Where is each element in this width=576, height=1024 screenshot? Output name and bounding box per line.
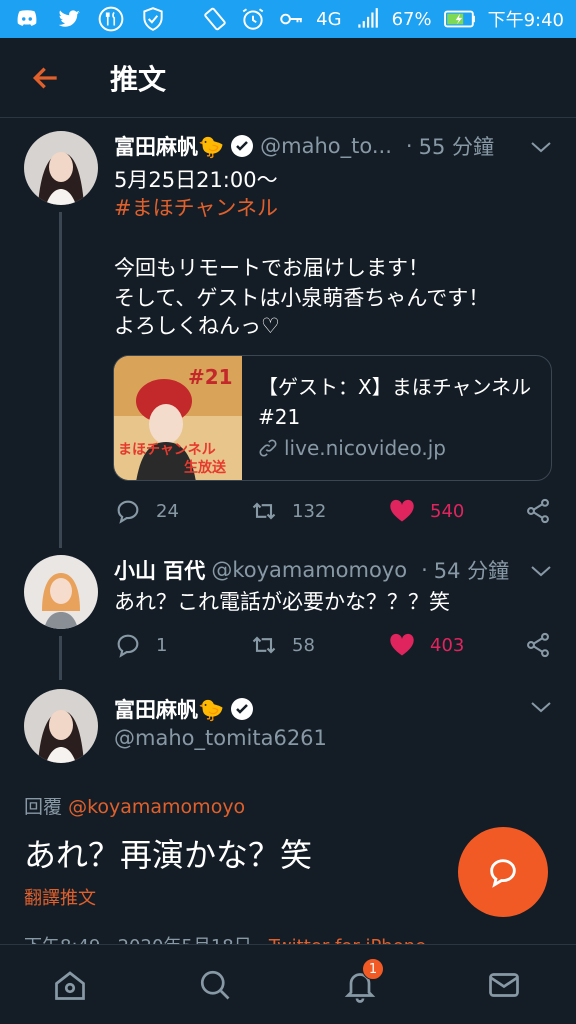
reply-bubble-icon <box>490 859 516 888</box>
search-icon[interactable] <box>197 967 233 1003</box>
avatar-image <box>24 689 98 763</box>
handle[interactable]: @maho_tomita6261 <box>114 726 327 750</box>
handle-row: @maho_tomita6261 <box>114 726 327 750</box>
translate-link[interactable]: 翻譯推文 <box>24 884 96 910</box>
notification-badge: 1 <box>362 958 384 980</box>
compose-reply-button[interactable] <box>458 827 548 917</box>
reply-label: 回覆 <box>24 796 63 818</box>
bottom-nav <box>0 944 576 1024</box>
tweet-text: あれ？再演かな？笑 <box>24 836 313 874</box>
verified-badge-icon <box>231 698 254 720</box>
display-name[interactable]: 富田麻帆🐤 <box>114 694 224 724</box>
focused-tweet: 富田麻帆🐤 @maho_tomita6261 回覆 @koyamamomoyo … <box>0 0 576 957</box>
mail-icon[interactable] <box>486 967 522 1003</box>
chevron-down-icon[interactable] <box>530 700 552 714</box>
replying-to: 回覆 @koyamamomoyo <box>24 792 245 819</box>
mention-link[interactable]: @koyamamomoyo <box>68 796 245 818</box>
avatar[interactable] <box>24 689 98 763</box>
home-icon[interactable] <box>52 967 88 1003</box>
tweet-header: 富田麻帆🐤 <box>114 694 254 724</box>
